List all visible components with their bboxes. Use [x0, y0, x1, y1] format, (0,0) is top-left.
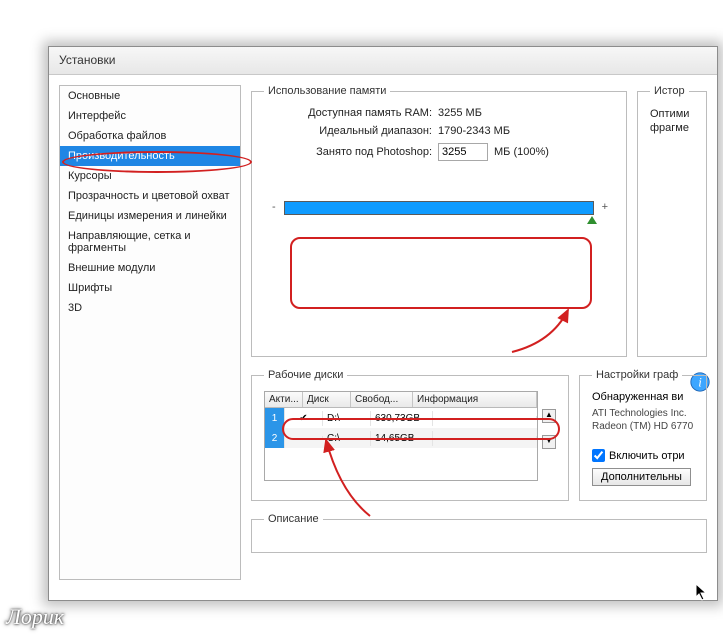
history-group: Истор Оптими фрагме	[637, 85, 707, 357]
ideal-range-label: Идеальный диапазон:	[264, 125, 432, 137]
detected-card-value: ATI Technologies Inc. Radeon (TM) HD 677…	[592, 407, 694, 433]
sidebar-item-general[interactable]: Основные	[60, 86, 240, 106]
sidebar-item-label: Интерфейс	[68, 110, 126, 122]
sidebar-item-plugins[interactable]: Внешние модули	[60, 258, 240, 278]
photoshop-use-input[interactable]	[438, 143, 488, 161]
sidebar-item-filehandling[interactable]: Обработка файлов	[60, 126, 240, 146]
move-up-button[interactable]: ▲	[542, 409, 556, 423]
sidebar-item-performance[interactable]: Производительность	[60, 146, 240, 166]
scratch-disks-group: Рабочие диски Акти... Диск Свобод... Инф…	[251, 369, 569, 501]
slider-track[interactable]	[284, 201, 594, 215]
slider-plus-icon: +	[602, 201, 608, 213]
ideal-range-value: 1790-2343 МБ	[438, 125, 510, 137]
sidebar-item-label: Обработка файлов	[68, 130, 166, 142]
scratch-disks-table: Акти... Диск Свобод... Информация 1 ✔ D:…	[264, 391, 538, 481]
window-title: Установки	[59, 53, 115, 67]
sidebar-item-label: Внешние модули	[68, 262, 155, 274]
sidebar-item-label: Единицы измерения и линейки	[68, 210, 227, 222]
table-header-row: Акти... Диск Свобод... Информация	[265, 392, 537, 408]
history-legend: Истор	[650, 85, 689, 97]
detected-card-label: Обнаруженная ви	[592, 391, 694, 403]
sidebar-item-label: Производительность	[68, 150, 175, 162]
watermark-text: Лорик	[6, 604, 64, 630]
window-titlebar: Установки	[49, 47, 717, 75]
table-row[interactable]: 1 ✔ D:\ 630,73GB	[265, 408, 537, 428]
photoshop-use-unit: МБ (100%)	[494, 146, 549, 158]
history-line2: фрагме	[650, 121, 694, 135]
table-row[interactable]: 2 C:\ 14,65GB	[265, 428, 537, 448]
advanced-settings-button[interactable]: Дополнительны	[592, 468, 691, 486]
history-line1: Оптими	[650, 107, 694, 121]
category-sidebar: Основные Интерфейс Обработка файлов Прои…	[59, 85, 241, 580]
slider-minus-icon: -	[272, 201, 276, 213]
description-legend: Описание	[264, 513, 323, 525]
memory-slider[interactable]: - +	[264, 201, 614, 235]
sidebar-item-transparency[interactable]: Прозрачность и цветовой охват	[60, 186, 240, 206]
sidebar-item-interface[interactable]: Интерфейс	[60, 106, 240, 126]
preferences-window: Установки Основные Интерфейс Обработка ф…	[48, 46, 718, 601]
row-free: 630,73GB	[371, 411, 433, 426]
memory-legend: Использование памяти	[264, 85, 390, 97]
memory-usage-group: Использование памяти Доступная память RA…	[251, 85, 627, 357]
col-info[interactable]: Информация	[413, 392, 537, 407]
row-info	[433, 436, 537, 440]
move-down-button[interactable]: ▼	[542, 435, 556, 449]
sidebar-item-cursors[interactable]: Курсоры	[60, 166, 240, 186]
sidebar-item-label: Направляющие, сетка и фрагменты	[68, 230, 191, 254]
sidebar-item-label: 3D	[68, 302, 82, 314]
col-active[interactable]: Акти...	[265, 392, 303, 407]
sidebar-item-label: Прозрачность и цветовой охват	[68, 190, 229, 202]
card-line2: Radeon (TM) HD 6770	[592, 420, 694, 433]
enable-drawing-checkbox[interactable]: Включить отри	[592, 449, 694, 462]
row-active-checkbox[interactable]	[285, 436, 323, 440]
sidebar-item-units[interactable]: Единицы измерения и линейки	[60, 206, 240, 226]
row-num: 2	[265, 428, 285, 448]
available-ram-label: Доступная память RAM:	[264, 107, 432, 119]
sidebar-item-label: Курсоры	[68, 170, 112, 182]
col-disk[interactable]: Диск	[303, 392, 351, 407]
row-num: 1	[265, 408, 285, 428]
graphics-settings-group: Настройки граф Обнаруженная ви ATI Techn…	[579, 369, 707, 501]
enable-drawing-label: Включить отри	[609, 450, 685, 462]
sidebar-item-type[interactable]: Шрифты	[60, 278, 240, 298]
row-disk: C:\	[323, 431, 371, 446]
mouse-cursor-icon	[695, 583, 709, 604]
slider-thumb-icon[interactable]	[587, 216, 597, 224]
sidebar-item-3d[interactable]: 3D	[60, 298, 240, 318]
row-free: 14,65GB	[371, 431, 433, 446]
col-free[interactable]: Свобод...	[351, 392, 413, 407]
row-disk: D:\	[323, 411, 371, 426]
card-line1: ATI Technologies Inc.	[592, 407, 694, 420]
table-row-empty	[265, 448, 537, 480]
sidebar-item-label: Основные	[68, 90, 120, 102]
enable-drawing-input[interactable]	[592, 449, 605, 462]
sidebar-item-label: Шрифты	[68, 282, 112, 294]
row-active-checkbox[interactable]: ✔	[285, 411, 323, 426]
available-ram-value: 3255 МБ	[438, 107, 482, 119]
graphics-legend: Настройки граф	[592, 369, 682, 381]
photoshop-use-label: Занято под Photoshop:	[264, 146, 432, 158]
sidebar-item-guides[interactable]: Направляющие, сетка и фрагменты	[60, 226, 240, 258]
scratch-disks-legend: Рабочие диски	[264, 369, 347, 381]
description-group: Описание	[251, 513, 707, 553]
row-info	[433, 416, 537, 420]
